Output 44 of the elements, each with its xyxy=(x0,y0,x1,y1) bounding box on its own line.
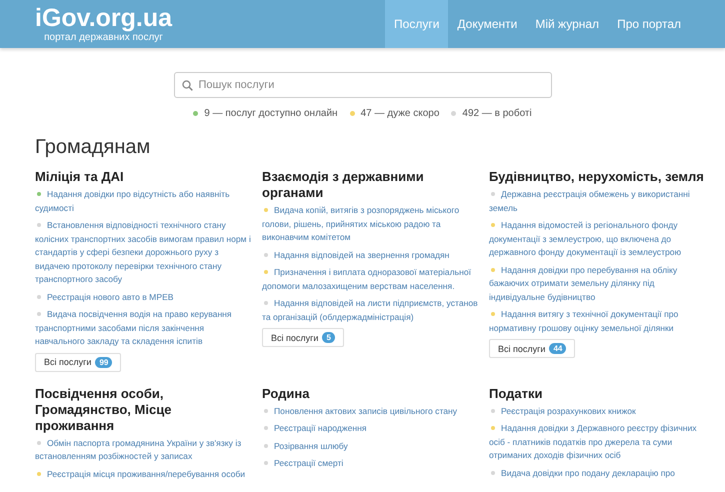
nav-tab[interactable]: Документи xyxy=(448,0,526,48)
service-link[interactable]: Видача довідки про подану декларацію про xyxy=(489,466,707,480)
count-badge: 99 xyxy=(95,356,112,368)
service-link[interactable]: Реєстрація нового авто в МРЕВ xyxy=(35,290,253,304)
category-title: Взаємодія з державними органами xyxy=(262,169,425,201)
service-link[interactable]: Поновлення актових записів цивільного стану xyxy=(262,404,480,418)
service-link[interactable]: Надання витягу з технічної документації про нормативну грошову оцінку земельної ділянки xyxy=(489,308,707,335)
category-title: Посвідчення особи, Громадянство, Місце проживання xyxy=(35,386,172,434)
service-link[interactable]: Надання довідки про перебування на обліку бажаючих отримати земельну ділянку під індивідуальне будівництво xyxy=(489,264,707,304)
search-icon xyxy=(182,80,192,91)
all-services-button[interactable]: Всі послуги 44 xyxy=(489,339,576,358)
status-count: 47 — дуже скоро xyxy=(360,108,440,119)
category-title: Міліція та ДАІ xyxy=(35,169,125,185)
service-link[interactable]: Надання довідки про відсутність або наявніть судимості xyxy=(35,188,253,215)
service-link[interactable]: Державна реєстрація обмежень у використанні земель xyxy=(489,188,707,215)
service-link[interactable]: Надання довідки з Державного реєстру фізичних осіб - платників податків про джерела та суми отриманих доходів фізичних осіб xyxy=(489,422,707,462)
search-field[interactable]: Пошук послуги xyxy=(174,72,552,98)
service-link[interactable]: Розірвання шлюбу xyxy=(262,440,480,453)
nav-tab[interactable]: Мій журнал xyxy=(526,0,608,48)
service-link[interactable]: Видача посвідчення водія на право керування транспортними засобами після закінчення навчального закладу та складення іспитів xyxy=(35,308,253,348)
status-count: 9 — послуг доступно онлайн xyxy=(204,108,338,119)
service-link[interactable]: Надання відомостей із регіонального фонду документації з землеустрою, що включена до державного фонду документації із землеустрою xyxy=(489,219,707,260)
category-title: Податки xyxy=(489,386,544,402)
service-link[interactable]: Надання відповідей на звернення громадян xyxy=(262,248,480,262)
category-title: Родина xyxy=(262,386,310,402)
service-link[interactable]: Реєстрації смерті xyxy=(262,457,480,470)
service-link[interactable]: Видача копій, витягів з розпоряджень міського голови, рішень, прийнятих міською радою та виконавчим комітетом xyxy=(262,204,480,244)
nav-tab[interactable]: Про портал xyxy=(608,0,690,48)
page-heading: Громадянам xyxy=(35,135,152,159)
service-link[interactable]: Реєстрація розрахункових книжок xyxy=(489,404,707,418)
count-badge: 5 xyxy=(322,332,335,343)
service-link[interactable]: Реєстрації народження xyxy=(262,422,480,436)
service-link[interactable]: Надання відповідей на листи підприємств, установ та організацій (облдержадміністрація) xyxy=(262,297,480,324)
all-services-button[interactable]: Всі послуги 99 xyxy=(35,352,122,372)
service-link[interactable]: Обмін паспорта громадянина України у зв'язку із встановленням розбіжностей у записах xyxy=(35,436,253,464)
status-count: 492 — в роботі xyxy=(462,108,532,119)
count-badge: 44 xyxy=(549,343,566,354)
service-link[interactable]: Призначення і виплата одноразової матеріальної допомоги малозахищеним верствам населення. xyxy=(262,266,480,293)
site-tagline: портал державних послуг xyxy=(44,32,163,44)
site-logo[interactable]: iGov.org.ua xyxy=(35,4,172,32)
all-services-button[interactable]: Всі послуги 5 xyxy=(262,328,344,347)
service-link[interactable]: Встановлення відповідності технічного стану колісних транспортних засобів вимогам правил норм і стандартів у сфері безпеки дорожнього руху з видачею протоколу перевірки технічного стану транспортного засобу xyxy=(35,219,253,286)
category-title: Будівництво, нерухомість, земля xyxy=(489,169,705,185)
service-link[interactable]: Реєстрація місця проживання/перебування особи xyxy=(35,468,253,481)
